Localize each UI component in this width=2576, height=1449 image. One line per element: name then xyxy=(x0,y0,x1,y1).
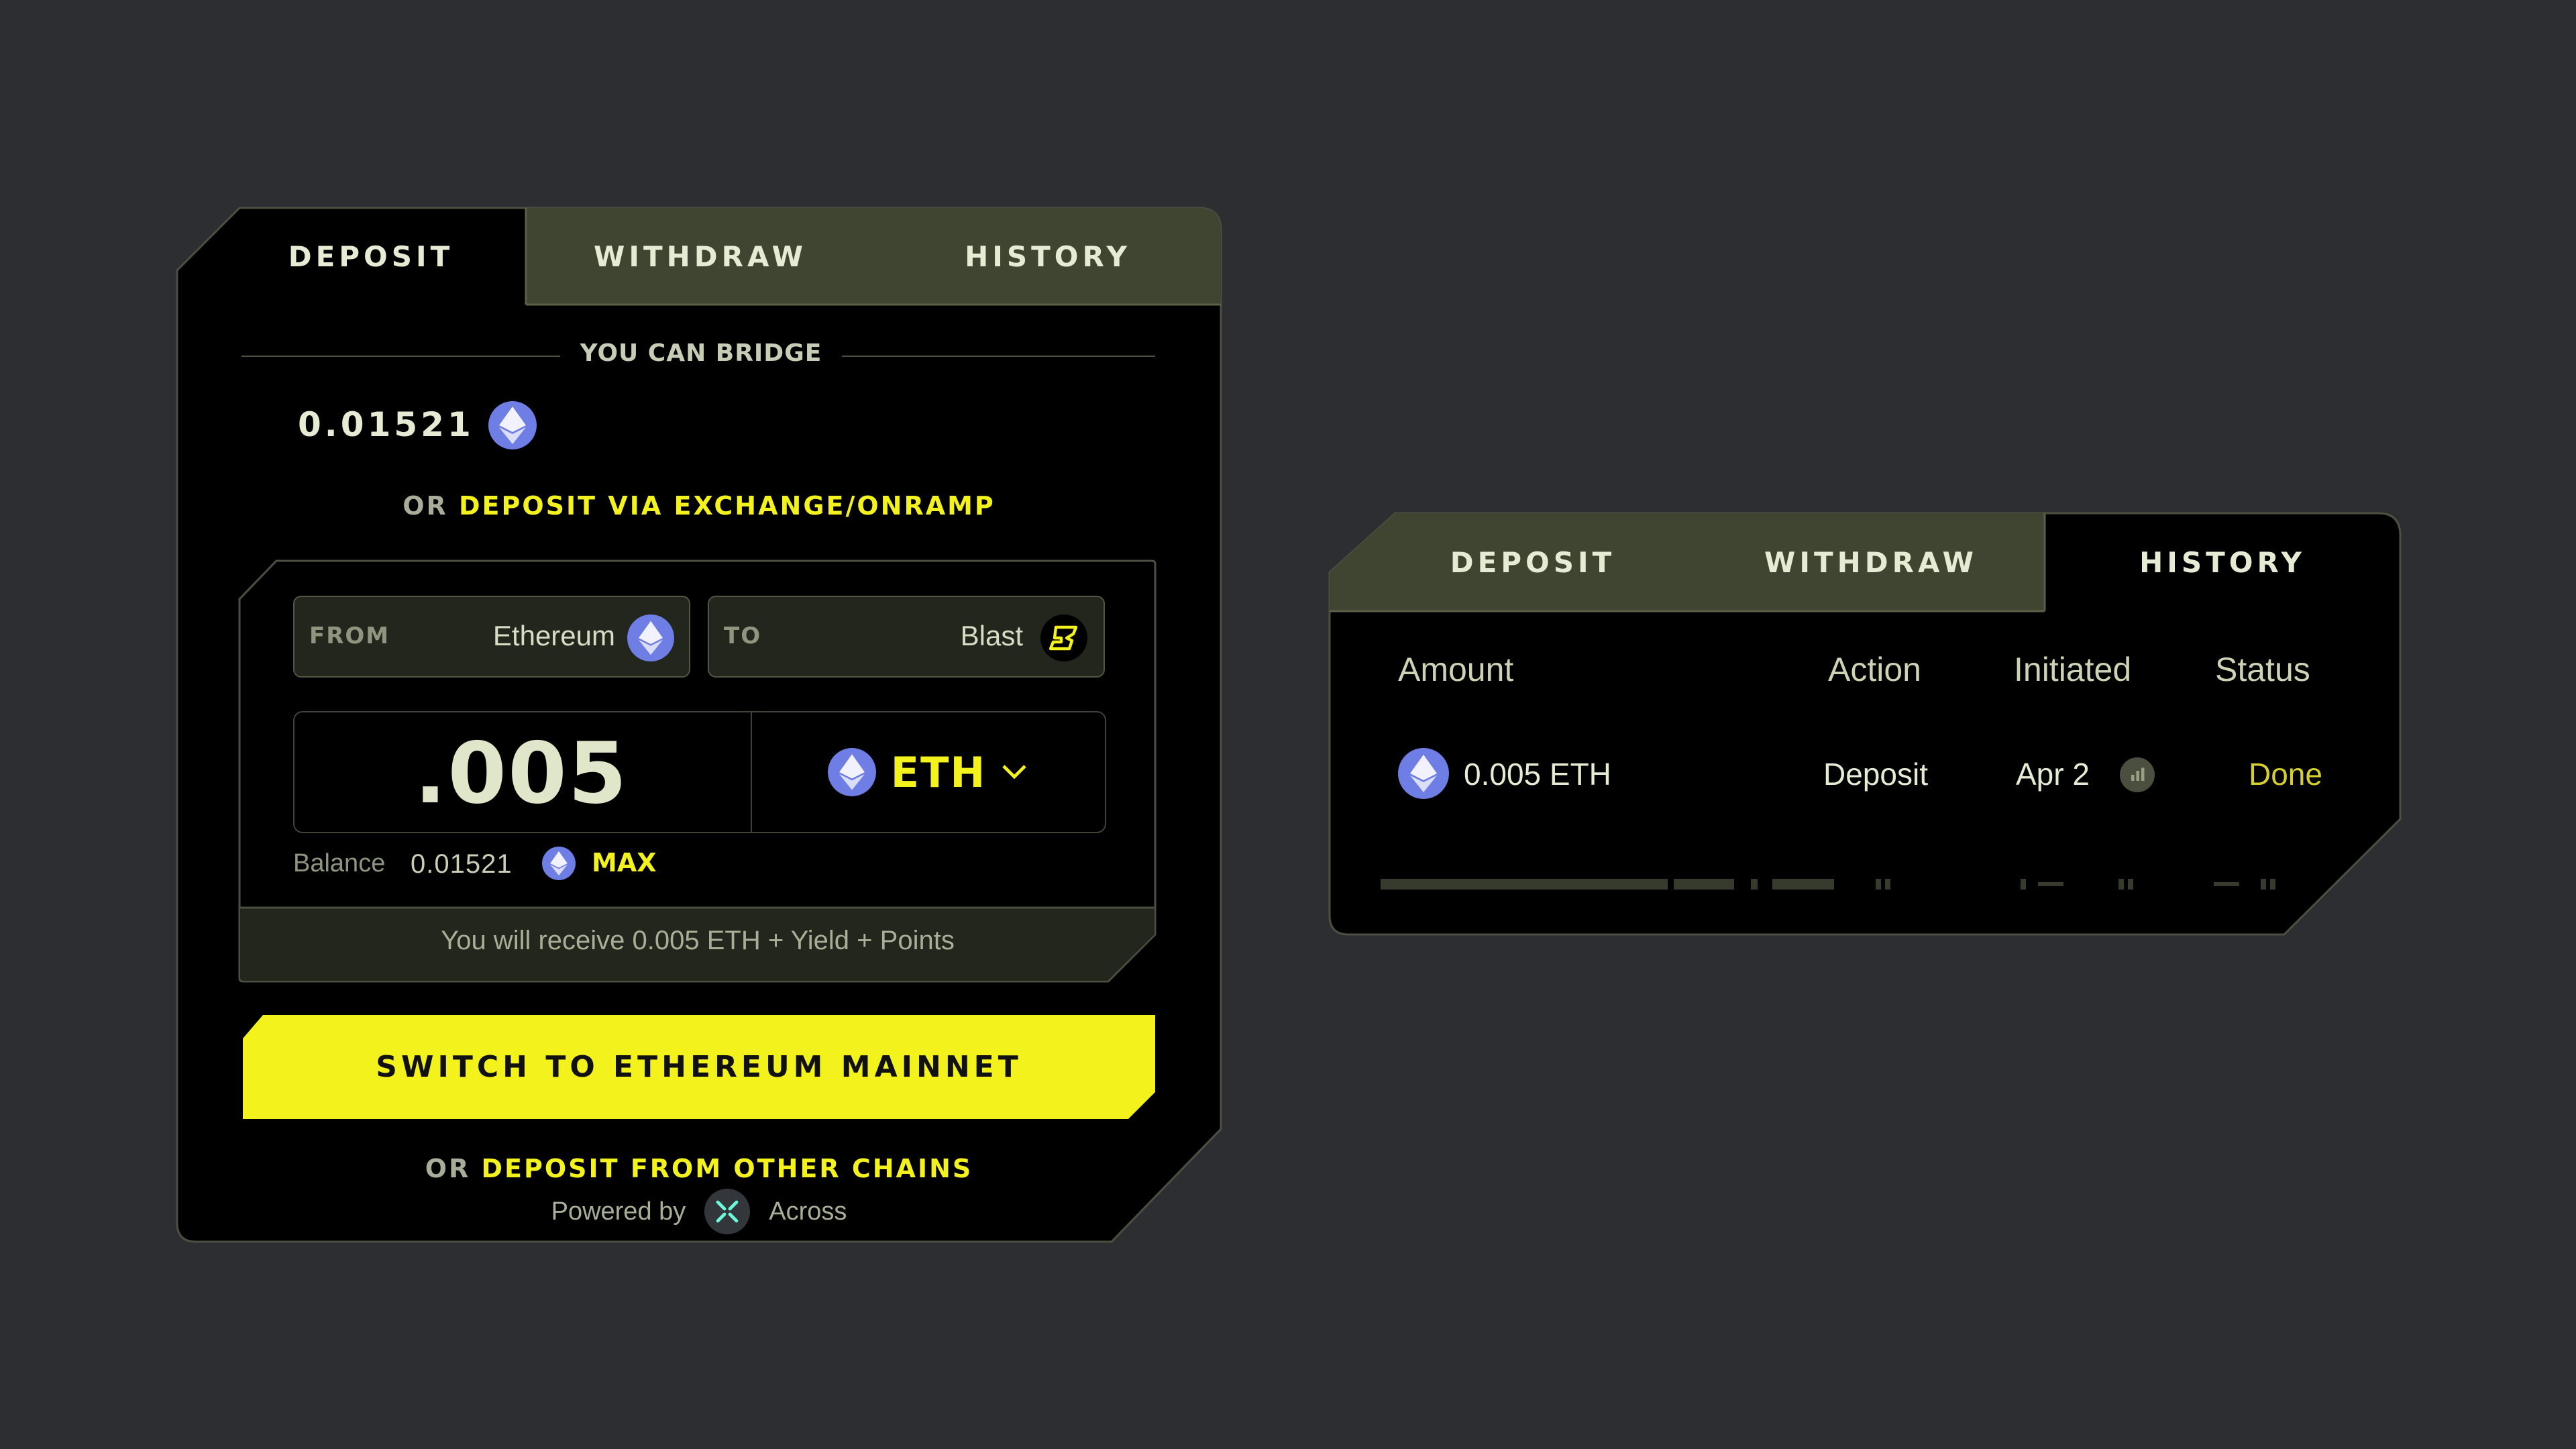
to-chain-selector[interactable]: TO Blast xyxy=(708,596,1105,678)
other-chains-prefix: OR xyxy=(425,1154,471,1183)
other-chains-line: OR DEPOSIT FROM OTHER CHAINS xyxy=(176,1154,1222,1183)
bridge-amount: 0.01521 xyxy=(298,405,474,444)
exchange-line: OR DEPOSIT VIA EXCHANGE/ONRAMP xyxy=(176,491,1222,521)
skeleton-row xyxy=(1751,879,1758,890)
skeleton-row xyxy=(1876,879,1881,890)
exchange-prefix: OR xyxy=(402,491,448,521)
skeleton-row xyxy=(1674,879,1734,890)
tab-deposit[interactable]: DEPOSIT xyxy=(216,208,526,305)
provider-name[interactable]: Across xyxy=(769,1197,847,1226)
eth-icon xyxy=(542,847,576,880)
skeleton-row xyxy=(2118,879,2124,890)
bridge-divider-left xyxy=(241,356,560,357)
row-status: Done xyxy=(2249,757,2322,792)
eth-icon xyxy=(1398,748,1449,799)
tab-deposit[interactable]: DEPOSIT xyxy=(1368,513,1697,611)
skeleton-row xyxy=(2038,882,2063,886)
balance-label: Balance xyxy=(293,849,386,877)
eth-icon xyxy=(488,401,537,449)
powered-by-label: Powered by xyxy=(551,1197,686,1226)
deposit-from-other-chains-link[interactable]: DEPOSIT FROM OTHER CHAINS xyxy=(482,1154,973,1183)
pending-clock-icon xyxy=(2120,757,2155,792)
token-selector[interactable]: ETH xyxy=(751,712,1105,832)
from-chain-selector[interactable]: FROM Ethereum xyxy=(293,596,690,678)
blast-icon xyxy=(1040,614,1087,661)
skeleton-row xyxy=(2270,879,2275,890)
eth-icon xyxy=(827,748,876,796)
column-header-status: Status xyxy=(2215,651,2310,688)
max-button[interactable]: MAX xyxy=(592,848,657,877)
column-header-initiated: Initiated xyxy=(2014,651,2132,688)
to-label: TO xyxy=(724,623,762,649)
skeleton-row xyxy=(2261,879,2266,890)
skeleton-row xyxy=(2214,882,2239,886)
tab-history[interactable]: HISTORY xyxy=(875,208,1221,305)
receive-summary: You will receive 0.005 ETH + Yield + Poi… xyxy=(441,926,955,955)
skeleton-row xyxy=(1772,879,1834,890)
row-amount: 0.005 ETH xyxy=(1464,757,1611,792)
tab-history[interactable]: HISTORY xyxy=(2045,513,2400,611)
deposit-panel: DEPOSIT WITHDRAW HISTORY YOU CAN BRIDGE … xyxy=(176,207,1222,1243)
row-action: Deposit xyxy=(1823,757,1928,792)
across-icon xyxy=(704,1189,751,1234)
to-chain-name: Blast xyxy=(960,620,1023,651)
column-header-action: Action xyxy=(1828,651,1921,688)
token-symbol: ETH xyxy=(890,747,987,797)
bridge-divider-right xyxy=(842,356,1155,357)
switch-network-button[interactable]: SWITCH TO ETHEREUM MAINNET xyxy=(243,1015,1155,1119)
powered-by-line: Powered by Across xyxy=(176,1189,1222,1234)
ethereum-chain-icon xyxy=(627,614,674,661)
skeleton-row xyxy=(1381,879,1668,890)
skeleton-row xyxy=(2128,879,2133,890)
tab-withdraw[interactable]: WITHDRAW xyxy=(526,208,875,305)
table-row[interactable]: 0.005 ETH Deposit Apr 2 Done xyxy=(1328,740,2402,807)
from-chain-name: Ethereum xyxy=(492,620,615,651)
column-header-amount: Amount xyxy=(1398,651,1514,688)
chevron-down-icon xyxy=(1002,765,1026,780)
row-initiated: Apr 2 xyxy=(2016,757,2090,792)
tab-withdraw[interactable]: WITHDRAW xyxy=(1697,513,2045,611)
history-panel: DEPOSIT WITHDRAW HISTORY Amount Action I… xyxy=(1328,512,2402,936)
amount-input[interactable]: .005 xyxy=(293,723,749,824)
skeleton-row xyxy=(1885,879,1890,890)
skeleton-row xyxy=(2021,879,2026,890)
bridge-heading: YOU CAN BRIDGE xyxy=(580,339,822,367)
balance-value: 0.01521 xyxy=(411,849,513,879)
from-label: FROM xyxy=(309,623,390,649)
deposit-via-exchange-link[interactable]: DEPOSIT VIA EXCHANGE/ONRAMP xyxy=(459,491,996,521)
